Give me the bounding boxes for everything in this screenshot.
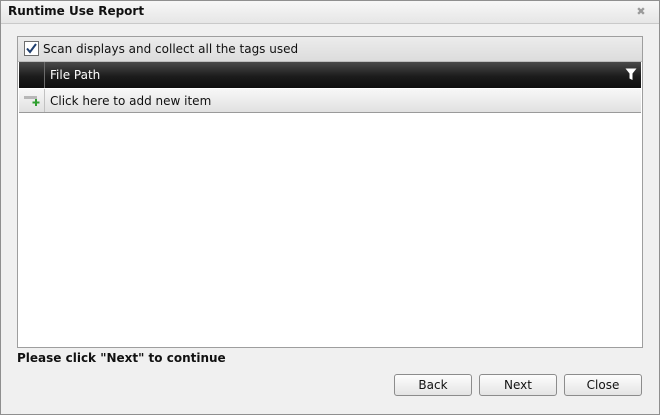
add-row-icon	[24, 96, 40, 106]
scan-option-row: Scan displays and collect all the tags u…	[18, 37, 642, 62]
column-header-file-path[interactable]: File Path	[50, 68, 100, 82]
runtime-use-report-dialog: Runtime Use Report ✖ Scan displays and c…	[0, 0, 660, 415]
next-button[interactable]: Next	[479, 374, 557, 396]
scan-displays-label: Scan displays and collect all the tags u…	[43, 42, 299, 56]
close-button[interactable]: Close	[564, 374, 642, 396]
add-new-item-row[interactable]: Click here to add new item	[19, 89, 641, 113]
content-panel: Scan displays and collect all the tags u…	[17, 36, 643, 348]
filter-icon[interactable]	[625, 68, 637, 81]
title-bar[interactable]: Runtime Use Report ✖	[1, 1, 659, 24]
grid-body	[19, 113, 641, 346]
footer-message: Please click "Next" to continue	[17, 351, 226, 365]
scan-displays-checkbox[interactable]	[24, 41, 39, 56]
back-button[interactable]: Back	[394, 374, 472, 396]
dialog-title: Runtime Use Report	[8, 4, 145, 18]
close-icon[interactable]: ✖	[634, 5, 648, 19]
add-new-item-label: Click here to add new item	[50, 94, 212, 108]
checkmark-icon	[26, 43, 37, 54]
grid-header-indent-cell	[19, 62, 45, 88]
grid-header: File Path	[19, 62, 641, 88]
add-row-indent-cell	[19, 89, 45, 112]
